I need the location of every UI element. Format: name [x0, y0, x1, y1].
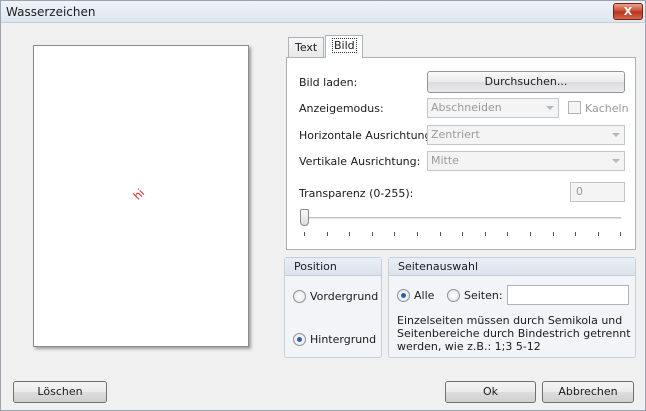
slider-tick	[462, 232, 463, 236]
pages-input[interactable]	[507, 285, 629, 305]
vertical-alignment-label: Vertikale Ausrichtung:	[299, 155, 421, 168]
window-title: Wasserzeichen	[6, 5, 96, 19]
page-selection-hint: Einzelseiten müssen durch Semikola und S…	[397, 314, 631, 353]
transparency-input[interactable]: 0	[570, 182, 625, 202]
transparency-slider-track[interactable]	[303, 217, 621, 220]
slider-tick	[598, 232, 599, 236]
tab-text[interactable]: Text	[288, 37, 324, 58]
chevron-down-icon	[546, 106, 554, 110]
pages-label: Seiten:	[464, 289, 503, 302]
slider-tick	[553, 232, 554, 236]
browse-button[interactable]: Durchsuchen...	[427, 71, 625, 93]
load-image-label: Bild laden:	[299, 76, 358, 89]
slider-tick	[440, 232, 441, 236]
chevron-down-icon	[612, 159, 620, 163]
tab-image-label: Bild	[332, 38, 357, 53]
background-label: Hintergrund	[310, 333, 377, 346]
vertical-alignment-select[interactable]: Mitte	[427, 151, 625, 171]
slider-tick	[304, 232, 305, 236]
tile-checkbox[interactable]	[568, 101, 581, 114]
all-pages-radio[interactable]	[397, 289, 410, 302]
slider-tick	[507, 232, 508, 236]
chevron-down-icon	[612, 133, 620, 137]
all-pages-label: Alle	[414, 289, 435, 302]
pages-radio[interactable]	[447, 289, 460, 302]
slider-tick	[417, 232, 418, 236]
close-button[interactable]: X	[613, 3, 643, 20]
display-mode-select[interactable]: Abschneiden	[427, 98, 559, 118]
page-preview: hi	[33, 45, 249, 347]
vertical-alignment-value: Mitte	[431, 154, 459, 167]
slider-tick	[575, 232, 576, 236]
position-group: Position Vordergrund Hintergrund	[284, 257, 382, 358]
display-mode-label: Anzeigemodus:	[299, 102, 384, 115]
horizontal-alignment-select[interactable]: Zentriert	[427, 125, 625, 145]
foreground-label: Vordergrund	[310, 290, 379, 303]
tab-image[interactable]: Bild	[325, 35, 363, 58]
slider-tick	[372, 232, 373, 236]
delete-button[interactable]: Löschen	[13, 381, 107, 403]
image-tab-panel: Bild laden: Durchsuchen... Anzeigemodus:…	[286, 57, 636, 250]
watermark-dialog: Wasserzeichen X hi Text Bild Bild laden:…	[0, 0, 646, 411]
foreground-radio[interactable]	[293, 290, 306, 303]
tile-label: Kacheln	[585, 102, 629, 115]
slider-tick	[530, 232, 531, 236]
cancel-button[interactable]: Abbrechen	[542, 381, 634, 403]
transparency-label: Transparenz (0-255):	[299, 187, 414, 200]
slider-tick	[394, 232, 395, 236]
position-group-title: Position	[285, 258, 381, 276]
background-radio[interactable]	[293, 333, 306, 346]
horizontal-alignment-value: Zentriert	[431, 128, 480, 141]
transparency-slider-thumb[interactable]	[300, 209, 309, 226]
slider-tick	[620, 232, 621, 236]
watermark-preview-text: hi	[130, 186, 148, 203]
page-selection-group-title: Seitenauswahl	[389, 258, 635, 276]
slider-tick	[349, 232, 350, 236]
display-mode-value: Abschneiden	[431, 101, 502, 114]
slider-tick	[327, 232, 328, 236]
horizontal-alignment-label: Horizontale Ausrichtung:	[299, 129, 436, 142]
ok-button[interactable]: Ok	[445, 381, 536, 403]
slider-tick	[485, 232, 486, 236]
page-selection-group: Seitenauswahl Alle Seiten: Einzelseiten …	[388, 257, 636, 358]
title-bar: Wasserzeichen X	[1, 1, 645, 23]
